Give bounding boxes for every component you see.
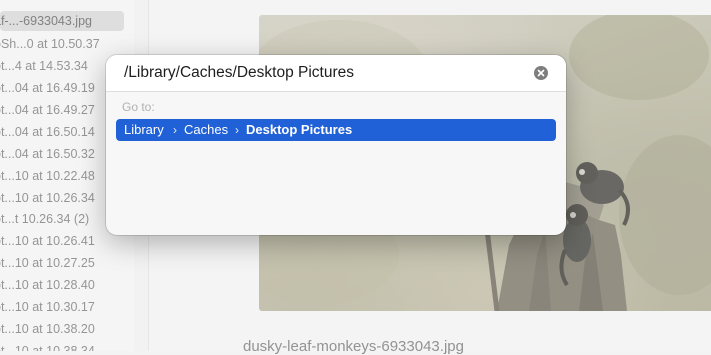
path-bar <box>106 55 566 92</box>
path-suggestion-row[interactable]: Library › Caches › Desktop Pictures <box>116 119 556 141</box>
go-to-label: Go to: <box>122 100 155 114</box>
path-input[interactable] <box>124 61 524 85</box>
crumb-desktop-pictures: Desktop Pictures <box>246 122 353 137</box>
crumb-separator: › <box>173 123 177 137</box>
crumb-library: Library <box>124 122 164 137</box>
clear-icon[interactable] <box>534 66 548 80</box>
crumb-caches: Caches <box>184 122 229 137</box>
go-to-folder-dialog: Go to: Library › Caches › Desktop Pictur… <box>106 55 566 235</box>
crumb-separator: › <box>235 123 239 137</box>
